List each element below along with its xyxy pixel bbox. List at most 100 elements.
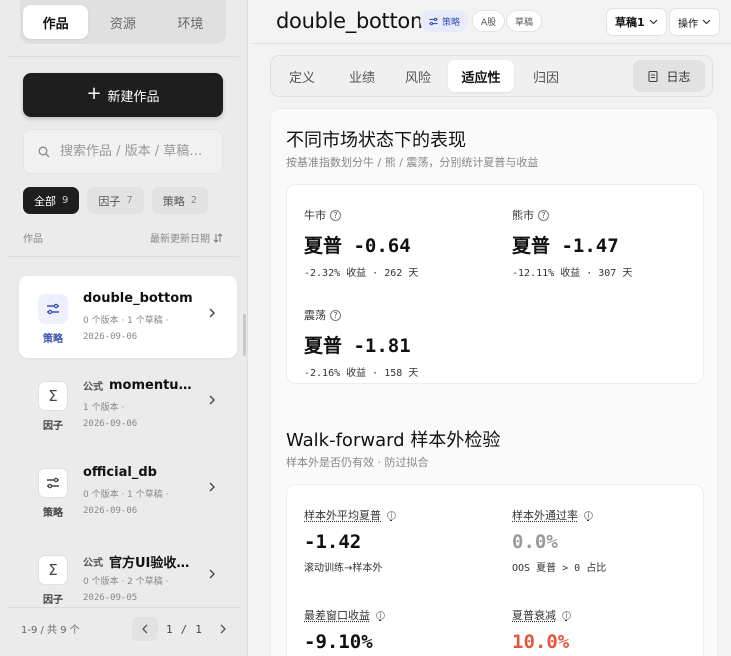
adaptability-panel: 不同市场状态下的表现 按基准指数划分牛 / 熊 / 震荡，分别统计夏普与收益 牛… [270, 108, 718, 656]
draft-select[interactable]: 草稿1 [606, 8, 667, 36]
regime-cards: 牛市? 夏普 -0.64 -2.32% 收益 · 262 天 熊市? 夏普 -1… [286, 184, 704, 384]
filter-count: 9 [62, 195, 68, 206]
info-icon[interactable]: ? [330, 210, 341, 221]
walkforward-title: Walk-forward 样本外检验 [286, 426, 500, 452]
metric-label-text: 最差窗口收益 [304, 607, 370, 623]
filter-chips: 全部 9 因子 7 策略 2 [23, 187, 208, 214]
metric-value: 10.0% [512, 631, 571, 653]
list-item[interactable]: 策略 official_db 0 个版本 · 1 个草稿 · 2026-09-0… [19, 450, 237, 532]
return-label: 收益 [560, 268, 580, 279]
log-button[interactable]: 日志 [633, 60, 705, 92]
sort-icon [213, 233, 223, 243]
tab-resources[interactable]: 资源 [90, 5, 155, 39]
regime-title: 不同市场状态下的表现 [286, 126, 466, 152]
item-kind: 策略 [37, 504, 69, 519]
new-work-label: 新建作品 [108, 86, 160, 105]
chevron-right-icon [207, 307, 217, 319]
metric-sub-text: 滚动训练→样本外 [304, 563, 382, 574]
return-value: -12.11% [512, 268, 554, 279]
actions-menu[interactable]: 操作 [669, 8, 720, 36]
metric-label-text: 牛市 [304, 207, 326, 223]
tag-strategy: 策略 [420, 10, 468, 32]
item-title-row: official_db [83, 465, 203, 480]
return-value: -2.16% [304, 368, 340, 379]
metric-value: -9.10% [304, 631, 385, 653]
sidebar-segmented-tabs: 作品 资源 环境 [20, 0, 226, 44]
draft-select-label: 草稿1 [615, 14, 645, 30]
walkforward-subtitle: 样本外是否仍有效 · 防过拟合 [286, 454, 429, 470]
tab-adaptability[interactable]: 适应性 [448, 60, 514, 92]
sigma-icon: Σ [38, 381, 68, 411]
item-date: 2026-09-06 [83, 332, 137, 342]
item-title: momentu… [109, 378, 192, 393]
item-meta: 0 个版本 · 1 个草稿 · [83, 313, 168, 326]
info-icon[interactable]: i [376, 611, 385, 620]
item-title: 官方UI验收… [109, 552, 189, 571]
item-date: 2026-09-06 [83, 419, 137, 429]
days-value: 262 [384, 268, 402, 279]
item-meta: 0 个版本 · 2 个草稿 · [83, 574, 168, 587]
metric-label: 震荡? [304, 307, 418, 323]
page-separator: / [181, 623, 188, 636]
info-icon[interactable]: i [562, 611, 571, 620]
sort-label: 最新更新日期 [150, 230, 210, 245]
days-label: 天 [622, 268, 632, 279]
next-page-button[interactable] [210, 617, 236, 641]
divider [8, 256, 239, 257]
metric-label: 最差窗口收益 i [304, 607, 385, 623]
metric-value: 0.0% [512, 531, 606, 553]
metric-sub-suffix: 占比 [586, 563, 606, 574]
info-icon[interactable]: i [584, 511, 593, 520]
tag-market: A股 [472, 10, 505, 32]
tab-risk[interactable]: 风险 [393, 60, 443, 92]
sidebar: 作品 资源 环境 + 新建作品 全部 9 因子 7 策略 2 作品 最新更新日期 策略… [0, 0, 248, 656]
filter-all[interactable]: 全部 9 [23, 187, 79, 214]
metric-sub: -12.11% 收益 · 307 天 [512, 264, 632, 279]
item-title: double_bottom [83, 291, 193, 306]
list-item[interactable]: Σ 因子 公式 momentu… 1 个版本 · 2026-09-06 [19, 363, 237, 445]
list-header: 作品 最新更新日期 [23, 230, 223, 245]
metric-label-text: 样本外通过率 [512, 507, 578, 523]
filter-strategy[interactable]: 策略 2 [152, 187, 208, 214]
resize-handle[interactable] [243, 314, 246, 356]
list-item[interactable]: 策略 double_bottom 0 个版本 · 1 个草稿 · 2026-09… [19, 276, 237, 358]
filter-factor[interactable]: 因子 7 [87, 187, 143, 214]
days-value: 158 [384, 368, 402, 379]
new-work-button[interactable]: + 新建作品 [23, 73, 223, 117]
item-title-row: double_bottom [83, 291, 203, 306]
tab-works[interactable]: 作品 [23, 5, 88, 39]
info-icon[interactable]: ? [538, 210, 549, 221]
search-box[interactable] [23, 129, 223, 174]
worst-window-return: 最差窗口收益 i -9.10% [304, 607, 385, 653]
item-kind: 策略 [37, 330, 69, 345]
tab-definition[interactable]: 定义 [277, 60, 327, 92]
prev-page-button[interactable] [132, 617, 158, 641]
sharpe-value: -1.81 [353, 335, 410, 357]
item-kind: 因子 [37, 591, 69, 606]
metric-value: -1.42 [304, 531, 396, 553]
tag-draft: 草稿 [506, 10, 542, 32]
tab-attribution[interactable]: 归因 [521, 60, 571, 92]
regime-bear: 熊市? 夏普 -1.47 -12.11% 收益 · 307 天 [512, 207, 632, 279]
info-icon[interactable]: ? [330, 310, 341, 321]
info-icon[interactable]: i [387, 511, 396, 520]
item-prefix: 公式 [83, 378, 103, 393]
tab-environment[interactable]: 环境 [158, 5, 223, 39]
section-tabs: 定义 业绩 风险 适应性 归因 日志 [270, 55, 713, 97]
sharpe-prefix: 夏普 [512, 235, 550, 257]
tab-performance[interactable]: 业绩 [337, 60, 387, 92]
metric-label-text: 震荡 [304, 307, 326, 323]
metric-value: 夏普 -1.47 [512, 231, 632, 258]
sharpe-decay: 夏普衰减 i 10.0% [512, 607, 571, 653]
chevron-left-icon [141, 624, 149, 634]
chevron-right-icon [207, 481, 217, 493]
pagination: 1-9 / 共 9 个 1 / 1 [8, 607, 240, 649]
strategy-icon [38, 468, 68, 498]
sharpe-prefix: 夏普 [304, 235, 342, 257]
tag-label: 策略 [442, 15, 460, 28]
item-title: official_db [83, 465, 157, 480]
log-label: 日志 [666, 68, 690, 85]
sort-toggle[interactable]: 最新更新日期 [150, 230, 223, 245]
sharpe-value: -1.47 [561, 235, 618, 257]
search-input[interactable] [60, 144, 210, 159]
